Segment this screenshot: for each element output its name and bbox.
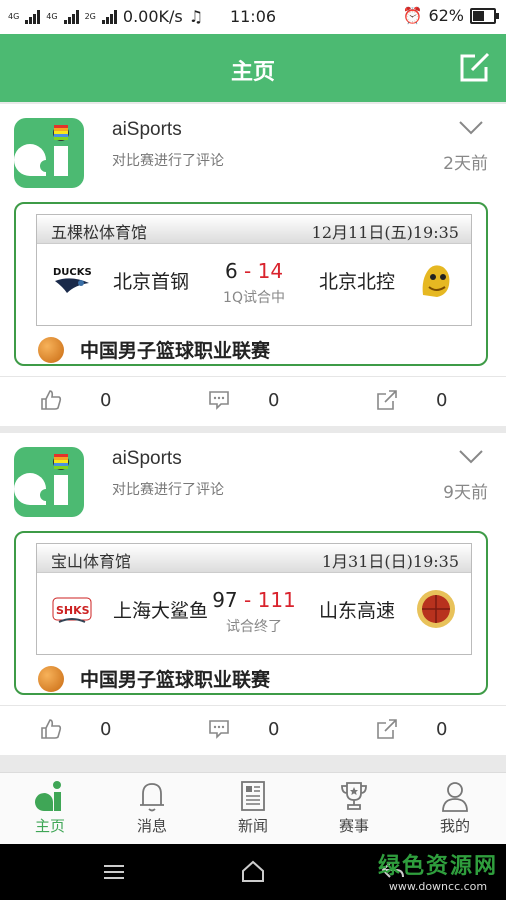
match-header: 五棵松体育馆 12月11日(五)19:35 [37, 215, 471, 244]
away-team[interactable]: 北京北控 [319, 267, 395, 294]
username[interactable]: aiSports [112, 119, 182, 141]
feed-card[interactable]: aiSports 对比赛进行了评论 9天前 宝山体育馆 1月31日(日)19:3… [0, 433, 506, 755]
bottom-tab-bar: 主页 消息 新闻 赛事 我的 [0, 772, 506, 845]
chevron-down-icon[interactable] [458, 449, 484, 465]
like-count: 0 [100, 718, 112, 740]
bell-icon [140, 783, 164, 812]
match-status: 1Q试合中 [223, 290, 285, 306]
comment-count: 0 [268, 718, 280, 740]
league-name: 中国男子篮球职业联赛 [80, 669, 271, 691]
share-icon [377, 390, 397, 410]
activity-text: 对比赛进行了评论 [112, 153, 224, 169]
activity-text: 对比赛进行了评论 [112, 482, 224, 498]
score-separator: - [244, 259, 252, 283]
comment-icon [209, 720, 229, 739]
away-score: 14 [257, 259, 284, 283]
comment-count: 0 [268, 389, 280, 411]
match-date: 1月31日(日)19:35 [321, 552, 459, 571]
newspaper-icon [241, 781, 265, 811]
comment-button[interactable]: 0 [208, 718, 279, 740]
thumbs-up-icon [41, 390, 62, 410]
person-icon [442, 782, 468, 812]
status-bar: 4G 4G 2G 0.00K/s ♫ 11:06 ⏰ 62% [0, 0, 506, 34]
away-team[interactable]: 山东高速 [319, 596, 395, 623]
battery-icon [470, 7, 499, 24]
compose-icon[interactable] [458, 50, 492, 84]
thumbs-up-icon [41, 719, 62, 739]
chevron-down-icon[interactable] [458, 120, 484, 136]
card-actions: 0 0 0 [0, 705, 506, 756]
ai-logo-icon[interactable] [14, 447, 84, 517]
league-row: 中国男子篮球职业联赛 [38, 336, 270, 363]
share-icon [377, 719, 397, 739]
card-actions: 0 0 0 [0, 376, 506, 427]
clock: 11:06 [229, 7, 277, 26]
watermark-url: www.downcc.com [388, 880, 488, 893]
title-bar: 主页 [0, 34, 506, 102]
home-nav-icon[interactable] [240, 858, 266, 884]
comment-icon [209, 391, 229, 410]
alarm-icon: ⏰ [402, 6, 423, 25]
away-score: 111 [257, 588, 296, 612]
venue: 宝山体育馆 [51, 552, 132, 571]
share-button[interactable]: 0 [376, 389, 447, 411]
match-scoreboard: 宝山体育馆 1月31日(日)19:35 SHKS 上海大鲨鱼 97 - 111 … [36, 543, 472, 655]
ai-logo-icon[interactable] [14, 118, 84, 188]
battery-percent: 62% [428, 6, 464, 25]
match-card[interactable]: 五棵松体育馆 12月11日(五)19:35 DUCKS 北京首钢 6 - 14 … [14, 202, 488, 366]
match-scoreboard: 五棵松体育馆 12月11日(五)19:35 DUCKS 北京首钢 6 - 14 … [36, 214, 472, 326]
home-score: 6 [224, 259, 238, 283]
tab-home[interactable]: 主页 [10, 779, 90, 836]
tab-label: 我的 [439, 817, 470, 835]
score: 97 - 111 [37, 588, 471, 612]
tab-events[interactable]: 赛事 [314, 779, 394, 836]
page-title: 主页 [230, 60, 275, 85]
home-ai-icon [35, 781, 61, 812]
score-separator: - [244, 588, 252, 612]
watermark: 绿色资源网 www.downcc.com [378, 848, 498, 893]
like-button[interactable]: 0 [40, 718, 111, 740]
post-time: 2天前 [443, 154, 488, 174]
post-time: 9天前 [443, 483, 488, 503]
menu-icon[interactable] [102, 862, 126, 882]
tab-messages[interactable]: 消息 [112, 779, 192, 836]
home-score: 97 [212, 588, 238, 612]
venue: 五棵松体育馆 [51, 223, 148, 242]
trophy-icon [341, 782, 367, 810]
like-button[interactable]: 0 [40, 389, 111, 411]
username[interactable]: aiSports [112, 448, 182, 470]
match-header: 宝山体育馆 1月31日(日)19:35 [37, 544, 471, 573]
score: 6 - 14 [37, 259, 471, 283]
feed-card[interactable]: aiSports 对比赛进行了评论 2天前 五棵松体育馆 12月11日(五)19… [0, 104, 506, 426]
tab-news[interactable]: 新闻 [213, 779, 293, 836]
share-button[interactable]: 0 [376, 718, 447, 740]
league-name: 中国男子篮球职业联赛 [80, 340, 271, 362]
tab-label: 赛事 [338, 817, 369, 835]
tab-label: 新闻 [237, 817, 268, 835]
share-count: 0 [436, 718, 448, 740]
match-status: 试合终了 [226, 619, 282, 635]
basketball-icon [38, 665, 64, 692]
match-card[interactable]: 宝山体育馆 1月31日(日)19:35 SHKS 上海大鲨鱼 97 - 111 … [14, 531, 488, 695]
tab-label: 主页 [34, 817, 65, 835]
basketball-icon [38, 336, 64, 363]
watermark-title: 绿色资源网 [377, 854, 498, 879]
share-count: 0 [436, 389, 448, 411]
like-count: 0 [100, 389, 112, 411]
league-row: 中国男子篮球职业联赛 [38, 665, 270, 692]
tab-label: 消息 [136, 817, 167, 835]
match-date: 12月11日(五)19:35 [311, 223, 459, 242]
fly-dragons-logo-icon [422, 265, 450, 297]
shandong-logo-icon [417, 590, 455, 628]
tab-profile[interactable]: 我的 [415, 779, 495, 836]
comment-button[interactable]: 0 [208, 389, 279, 411]
